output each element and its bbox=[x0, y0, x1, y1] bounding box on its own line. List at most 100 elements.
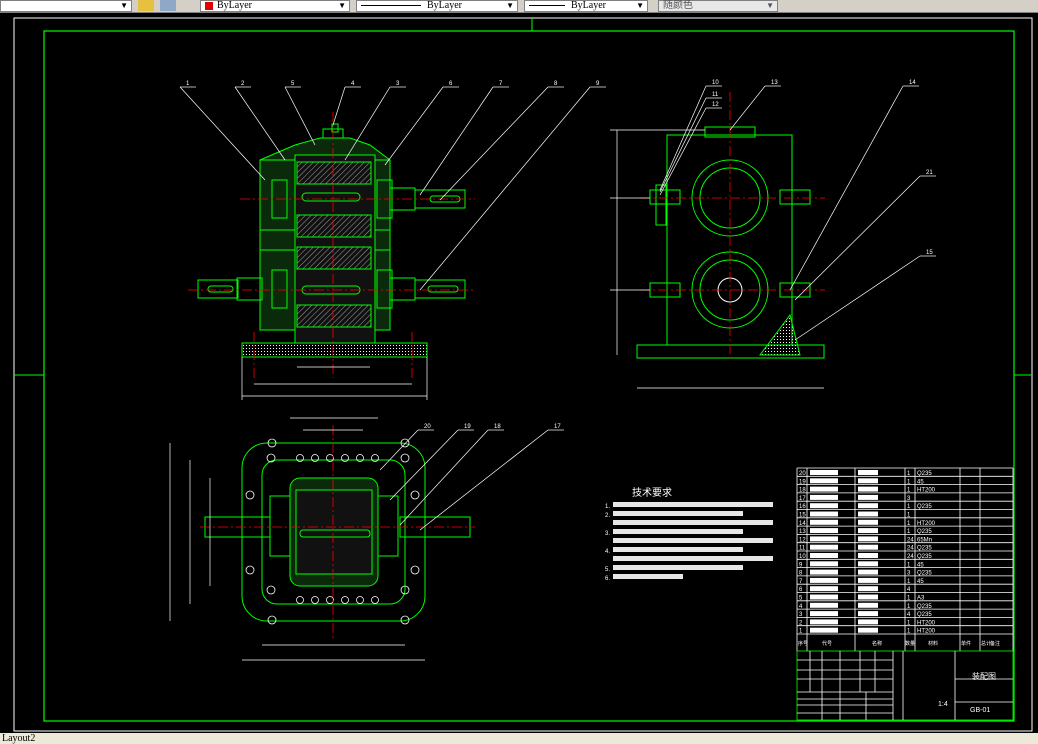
leader-line bbox=[234, 86, 286, 161]
bom-code bbox=[810, 470, 838, 475]
bom-name bbox=[858, 594, 878, 600]
linetype-value: ByLayer bbox=[427, 0, 462, 11]
bom-name bbox=[858, 553, 878, 558]
linetype-combo[interactable]: ByLayer ▼ bbox=[356, 0, 518, 12]
bom-header: 材料 bbox=[928, 640, 938, 647]
leader-line bbox=[419, 86, 591, 291]
bom-code bbox=[810, 577, 838, 583]
bom-name bbox=[858, 536, 878, 542]
bom-code bbox=[810, 594, 838, 600]
balloon-label: 13 bbox=[771, 80, 778, 86]
balloon-label: 15 bbox=[926, 250, 933, 256]
bom-name bbox=[858, 478, 878, 484]
bolt-hole bbox=[400, 453, 410, 463]
balloon-label: 5 bbox=[291, 81, 295, 87]
color-swatch bbox=[205, 1, 213, 10]
plotstyle-value: 随颜色 bbox=[663, 0, 693, 11]
balloon-label: 11 bbox=[712, 92, 719, 98]
bom-header: 数量 bbox=[905, 640, 915, 647]
balloon-label: 8 bbox=[554, 81, 558, 87]
bom-code bbox=[810, 494, 838, 500]
leader-line bbox=[419, 429, 549, 531]
bolt-hole bbox=[266, 585, 276, 595]
requirement-text bbox=[613, 547, 743, 552]
bom-name bbox=[858, 611, 878, 617]
requirement-text bbox=[613, 538, 773, 543]
bom-name bbox=[858, 577, 878, 583]
bom-code bbox=[810, 536, 838, 542]
balloon-label: 20 bbox=[424, 424, 431, 430]
balloon-label: 7 bbox=[499, 81, 503, 87]
bom-name bbox=[858, 494, 878, 500]
layer-match-icon[interactable] bbox=[138, 0, 154, 11]
front-balloons: 1 2 5 4 3 6 7 8 9 bbox=[179, 81, 606, 291]
bom-name bbox=[858, 511, 878, 517]
drawing-number: GB-01 bbox=[970, 707, 990, 714]
side-balloons: 10 11 12 13 14 21 15 bbox=[659, 80, 936, 341]
bom-code bbox=[810, 611, 838, 617]
bolt-hole bbox=[311, 596, 319, 604]
layer-previous-icon[interactable] bbox=[160, 0, 176, 11]
leader-line bbox=[379, 429, 419, 471]
balloon-label: 3 bbox=[396, 81, 400, 87]
bom-name bbox=[858, 519, 878, 525]
requirement-text bbox=[613, 511, 743, 516]
bom-code bbox=[810, 619, 838, 625]
leader-line bbox=[794, 175, 921, 301]
bom-name bbox=[858, 486, 878, 492]
bolt-hole bbox=[410, 565, 420, 575]
scale-value: 1:4 bbox=[938, 701, 948, 708]
bom-code bbox=[810, 561, 838, 567]
bom-code bbox=[810, 544, 838, 550]
leader-line bbox=[389, 429, 459, 501]
bom-code bbox=[810, 586, 838, 592]
bolt-hole bbox=[341, 596, 349, 604]
drawing-canvas[interactable]: 125436789 10 11 12 13 14 21 15 20 19 18 17 bbox=[0, 13, 1038, 733]
leader-line bbox=[284, 86, 316, 146]
bom-code bbox=[810, 569, 838, 575]
balloon-label: 14 bbox=[909, 80, 916, 86]
bom-code bbox=[810, 519, 838, 525]
bom-name bbox=[858, 503, 878, 509]
leader-line bbox=[794, 255, 921, 341]
balloon-label: 18 bbox=[494, 424, 501, 430]
plotstyle-combo[interactable]: 随颜色 ▼ bbox=[658, 0, 778, 12]
lineweight-combo[interactable]: ByLayer ▼ bbox=[524, 0, 648, 12]
bom-code bbox=[810, 553, 838, 558]
chevron-down-icon: ▼ bbox=[766, 1, 774, 10]
front-dimensions bbox=[241, 357, 428, 400]
balloon-label: 2 bbox=[241, 81, 245, 87]
bolt-hole bbox=[267, 615, 277, 625]
lineweight-value: ByLayer bbox=[571, 0, 606, 11]
leader-line bbox=[789, 85, 904, 291]
bolt-hole bbox=[296, 596, 304, 604]
bolt-hole bbox=[245, 490, 255, 500]
layer-combo[interactable]: ▼ bbox=[0, 0, 132, 12]
plan-view bbox=[204, 442, 471, 622]
paper-boundary bbox=[13, 17, 1033, 732]
title-block: 装配图 GB-01 1:4 bbox=[938, 671, 996, 714]
chevron-down-icon: ▼ bbox=[636, 1, 644, 10]
leader-line bbox=[179, 86, 266, 181]
chevron-down-icon: ▼ bbox=[120, 1, 128, 10]
balloon-label: 9 bbox=[596, 81, 600, 87]
balloon-label: 19 bbox=[464, 424, 471, 430]
requirement-number: 3. bbox=[605, 531, 610, 537]
bom-code bbox=[810, 528, 838, 534]
balloon-label: 17 bbox=[554, 424, 561, 430]
requirement-text bbox=[613, 556, 773, 561]
bom-name bbox=[858, 627, 878, 633]
balloon-label: 1 bbox=[186, 81, 190, 87]
color-combo[interactable]: ByLayer ▼ bbox=[200, 0, 350, 12]
properties-toolbar: ▼ ByLayer ▼ ByLayer ▼ ByLayer ▼ 随颜色 ▼ bbox=[0, 0, 1038, 13]
requirement-number: 1. bbox=[605, 504, 610, 510]
color-value: ByLayer bbox=[217, 0, 252, 11]
cad-drawing: 125436789 10111213 142115 20 19 18 17 技术… bbox=[13, 17, 1033, 732]
bom-code bbox=[810, 503, 838, 509]
tab-layout2[interactable]: Layout2 bbox=[2, 733, 35, 744]
bom-code bbox=[810, 478, 838, 484]
bom-header: 名称 bbox=[872, 640, 882, 647]
bill-of-materials: 20 1 Q23519 1 4518 1 HT20017 316 1 Q23515 114 1 HT20… bbox=[796, 467, 1014, 721]
bom-name bbox=[858, 528, 878, 534]
bom-header: 序号 bbox=[798, 640, 808, 647]
